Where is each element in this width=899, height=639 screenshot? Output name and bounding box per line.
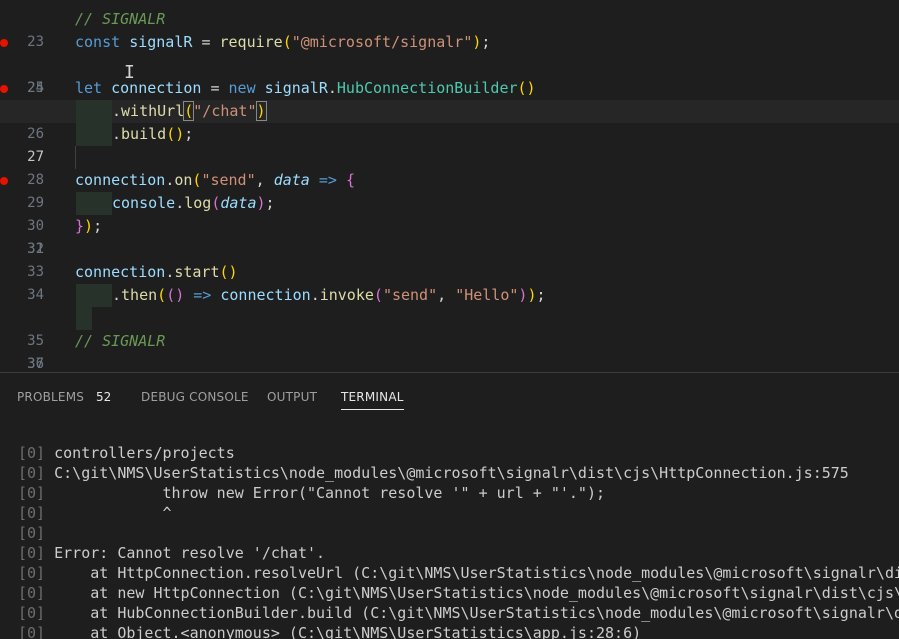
terminal-line: [0] throw new Error("Cannot resolve '" +… xyxy=(18,484,606,502)
editor-line[interactable]: 28 .build(); xyxy=(0,123,899,188)
code-text: .build(); xyxy=(112,125,194,143)
terminal-line: [0] at Object.<anonymous> (C:\git\NMS\Us… xyxy=(18,624,642,639)
breakpoint-icon[interactable] xyxy=(0,39,8,47)
terminal-line: [0] at HubConnectionBuilder.build (C:\gi… xyxy=(18,604,899,622)
terminal-line: [0] at HttpConnection.resolveUrl (C:\git… xyxy=(18,564,899,582)
indent-guide xyxy=(76,123,112,146)
editor-line[interactable]: 29 xyxy=(0,146,899,211)
editor-line[interactable]: 35 .then(() => connection.invoke("send",… xyxy=(0,284,899,349)
editor-line[interactable]: 36 xyxy=(0,307,899,372)
code-text: const signalR = require("@microsoft/sign… xyxy=(75,33,491,51)
editor-line-current[interactable]: 27 .withUrl("/chat") xyxy=(0,100,899,165)
editor-line[interactable]: 23 // SIGNALR xyxy=(0,8,899,50)
breakpoint-icon[interactable] xyxy=(0,177,8,185)
terminal-line: [0] xyxy=(18,524,46,542)
tab-debug-console[interactable]: DEBUG CONSOLE xyxy=(141,390,249,404)
code-text: console.log(data); xyxy=(112,194,275,212)
code-text: .then(() => connection.invoke("send", "H… xyxy=(112,286,546,304)
indent-guide xyxy=(75,146,76,169)
code-editor[interactable]: 23 // SIGNALR 24 const signalR = require… xyxy=(0,0,899,372)
tab-problems[interactable]: PROBLEMS xyxy=(17,390,84,404)
panel-tabs: PROBLEMS 52 DEBUG CONSOLE OUTPUT TERMINA… xyxy=(0,373,899,421)
editor-line[interactable]: 30 connection.on("send", data => { xyxy=(0,169,899,234)
terminal-line: [0] at new HttpConnection (C:\git\NMS\Us… xyxy=(18,584,899,602)
tab-terminal[interactable]: TERMINAL xyxy=(341,390,404,410)
code-comment: // SIGNALR xyxy=(75,332,166,350)
tab-output[interactable]: OUTPUT xyxy=(267,390,317,404)
indent-guide xyxy=(76,307,92,330)
bottom-panel: PROBLEMS 52 DEBUG CONSOLE OUTPUT TERMINA… xyxy=(0,372,899,639)
terminal-line: [0] ^ xyxy=(18,504,172,522)
editor-line[interactable]: 25 xyxy=(0,54,899,96)
problems-count-badge: 52 xyxy=(96,390,112,404)
indent-guide xyxy=(76,100,112,123)
terminal-line: [0] Error: Cannot resolve '/chat'. xyxy=(18,544,326,562)
terminal-line: [0] C:\git\NMS\UserStatistics\node_modul… xyxy=(18,464,849,482)
editor-line[interactable]: 37 // SIGNALR xyxy=(0,330,899,372)
terminal-line: [0] controllers/projects xyxy=(18,444,235,462)
breakpoint-icon[interactable] xyxy=(0,85,8,93)
editor-line[interactable]: 24 const signalR = require("@microsoft/s… xyxy=(0,31,899,96)
mouse-ibeam-cursor-icon: I xyxy=(124,62,135,83)
code-text: let connection = new signalR.HubConnecti… xyxy=(75,79,536,97)
editor-line[interactable]: 32 }); xyxy=(0,215,899,257)
code-text: .withUrl("/chat") xyxy=(112,101,267,121)
code-comment: // SIGNALR xyxy=(75,10,166,28)
code-text: }); xyxy=(75,217,103,235)
editor-line[interactable]: 33 xyxy=(0,238,899,280)
terminal-output[interactable]: [0] controllers/projects [0] C:\git\NMS\… xyxy=(0,441,899,639)
code-text: connection.start() xyxy=(75,263,238,281)
code-text: connection.on("send", data => { xyxy=(75,171,355,189)
editor-line[interactable]: 26 let connection = new signalR.HubConne… xyxy=(0,77,899,142)
editor-line[interactable]: 31 console.log(data); xyxy=(0,192,899,257)
indent-guide xyxy=(76,192,112,215)
indent-guide xyxy=(76,284,112,307)
editor-line[interactable]: 38 xyxy=(0,353,899,372)
editor-line[interactable]: 34 connection.start() xyxy=(0,261,899,303)
